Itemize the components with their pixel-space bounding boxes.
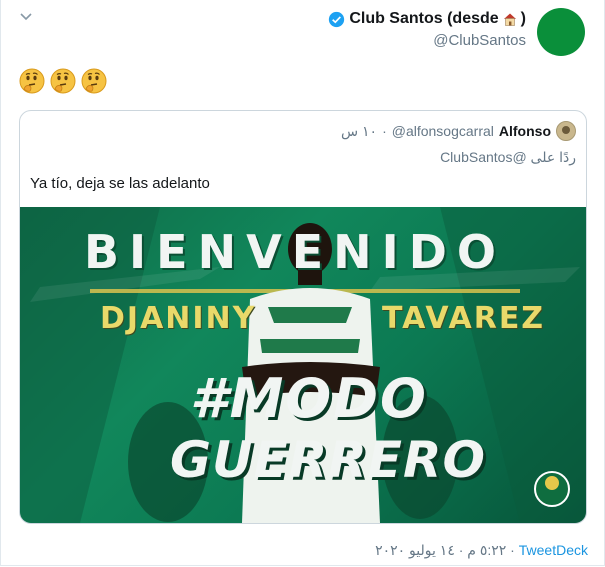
verified-badge-icon <box>329 11 345 27</box>
quoted-tweet[interactable]: ١٠ س · @alfonsogcarral Alfonso ردًا على … <box>19 110 587 524</box>
last-name-text: TAVAREZ <box>382 301 546 336</box>
author-name-row[interactable]: Club Santos (desde ) <box>328 10 526 28</box>
quoted-tweet-header: ١٠ س · @alfonsogcarral Alfonso <box>341 121 576 141</box>
author-handle[interactable]: @ClubSantos <box>433 32 526 49</box>
chevron-down-icon[interactable] <box>19 10 33 24</box>
quoted-time[interactable]: ١٠ س <box>341 123 377 140</box>
quoted-handle[interactable]: @alfonsogcarral <box>392 123 494 139</box>
quoted-tweet-text: Ya tío, deja se las adelanto <box>30 175 210 192</box>
hashtag-line2-text: GUERRERO <box>170 431 486 489</box>
first-name-text: DJANINY <box>100 301 257 336</box>
quoted-author-avatar[interactable] <box>556 121 576 141</box>
headline-text: BIENVENIDO <box>84 225 507 279</box>
thinking-face-emoji-icon <box>50 68 76 94</box>
tweet-text-emojis <box>19 68 107 94</box>
meta-separator: · <box>506 542 519 558</box>
tweet-source-link[interactable]: TweetDeck <box>519 542 588 558</box>
replying-to-label[interactable]: ردًا على @ClubSantos <box>440 149 576 166</box>
thinking-face-emoji-icon <box>81 68 107 94</box>
thinking-face-emoji-icon <box>19 68 45 94</box>
author-avatar[interactable] <box>537 8 585 56</box>
quoted-author-name[interactable]: Alfonso <box>499 123 551 139</box>
quoted-dot-separator: · <box>382 123 387 139</box>
tweet-meta: ٥:٢٢ م · ١٤ يوليو ٢٠٢٠ · TweetDeck <box>375 542 588 559</box>
quoted-tweet-image[interactable]: BIENVENIDO DJANINY TAVAREZ #MODO GUERRER… <box>20 207 586 523</box>
house-emoji-icon <box>503 13 516 26</box>
author-name: Club Santos (desde <box>349 10 499 27</box>
author-name-close: ) <box>520 10 526 27</box>
tweet-detail-card: Club Santos (desde ) @ClubSantos ١٠ س · … <box>0 0 605 566</box>
hashtag-line1-text: #MODO <box>190 367 428 430</box>
tweet-timestamp[interactable]: ٥:٢٢ م · ١٤ يوليو ٢٠٢٠ <box>375 542 506 558</box>
